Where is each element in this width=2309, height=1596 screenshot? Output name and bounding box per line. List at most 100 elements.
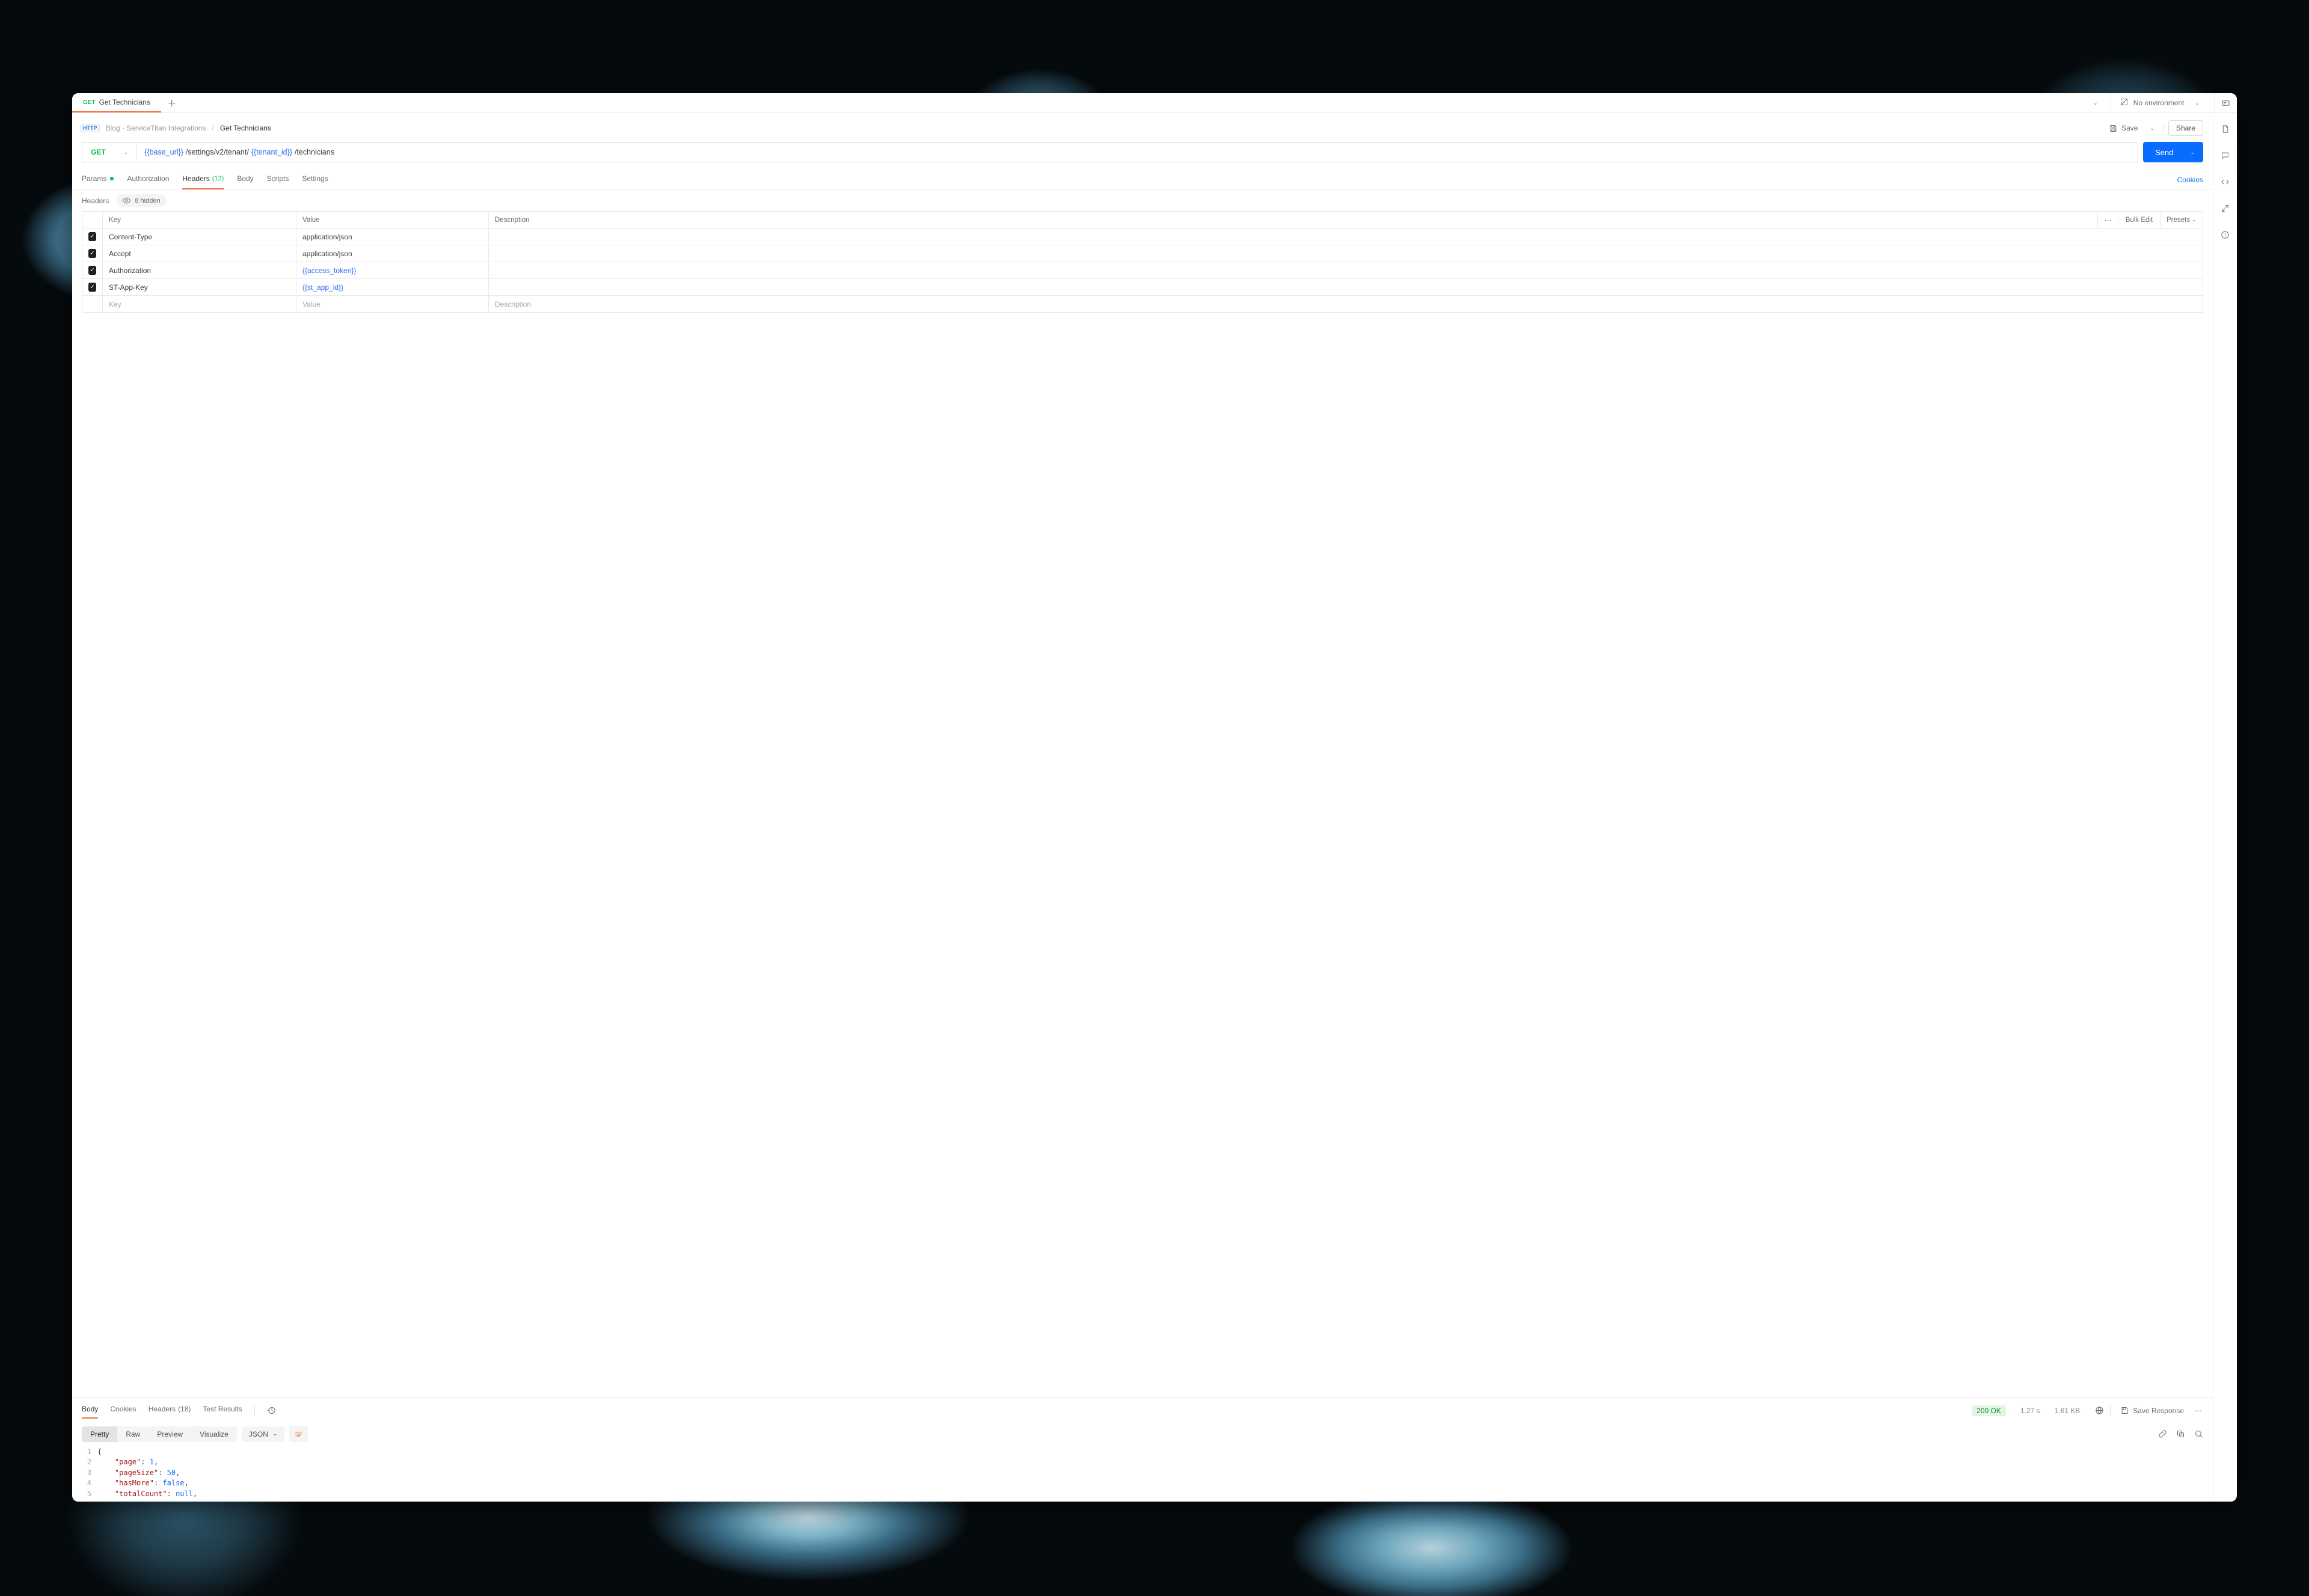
chevron-down-icon: ⌄ — [2150, 125, 2154, 132]
request-tabs: Params Authorization Headers (12) Body — [72, 170, 2213, 190]
search-icon — [2194, 1429, 2203, 1438]
format-raw[interactable]: Raw — [117, 1426, 149, 1442]
checkbox-icon[interactable]: ✓ — [88, 283, 96, 292]
breadcrumb-collection[interactable]: Blog - ServiceTitan Integrations — [106, 124, 206, 132]
status-badge: 200 OK — [1972, 1405, 2006, 1416]
tab-overflow-button[interactable]: ⌄ — [2087, 100, 2105, 106]
presets-button[interactable]: Presets ⌄ — [2160, 212, 2203, 228]
resp-tab-headers[interactable]: Headers (18) — [149, 1402, 191, 1419]
format-preview[interactable]: Preview — [149, 1426, 191, 1442]
code-line: 4 "hasMore": false, — [82, 1478, 2213, 1488]
headers-new-row[interactable]: Key Value Description — [82, 296, 2203, 313]
modified-dot-icon — [110, 177, 114, 180]
cookies-link[interactable]: Cookies — [2177, 176, 2203, 184]
copy-button[interactable] — [2176, 1429, 2185, 1439]
header-description[interactable] — [489, 262, 2203, 278]
header-key[interactable]: Content-Type — [103, 229, 296, 245]
format-pretty[interactable]: Pretty — [82, 1426, 117, 1442]
header-value[interactable]: application/json — [296, 245, 489, 262]
save-options-button[interactable]: ⌄ — [2146, 123, 2158, 134]
format-mode-group: Pretty Raw Preview Visualize — [82, 1426, 237, 1442]
history-button[interactable] — [267, 1406, 277, 1416]
format-visualize[interactable]: Visualize — [191, 1426, 237, 1442]
documentation-button[interactable] — [2218, 121, 2233, 136]
hidden-headers-toggle[interactable]: 8 hidden — [116, 194, 166, 207]
header-description[interactable] — [489, 229, 2203, 245]
chevron-down-icon: ⌄ — [2195, 100, 2200, 106]
new-value-input[interactable]: Value — [296, 296, 489, 312]
bulk-edit-button[interactable]: Bulk Edit — [2118, 212, 2160, 228]
link-button[interactable] — [2157, 1429, 2167, 1439]
code-snippet-button[interactable] — [2218, 174, 2233, 189]
checkbox-icon[interactable]: ✓ — [88, 249, 96, 258]
right-rail — [2213, 113, 2237, 1502]
header-key[interactable]: ST-App-Key — [103, 279, 296, 295]
environment-selector[interactable]: No environment ⌄ — [2111, 93, 2208, 112]
environment-label: No environment — [2133, 99, 2185, 107]
tab-get-technicians[interactable]: GET Get Technicians — [72, 93, 161, 112]
new-tab-button[interactable]: ＋ — [161, 93, 183, 112]
tab-authorization[interactable]: Authorization — [127, 170, 169, 189]
url-variable: {{tenant_id}} — [251, 148, 292, 156]
header-row[interactable]: ✓ Content-Typeapplication/json — [82, 229, 2203, 245]
checkbox-icon[interactable]: ✓ — [88, 266, 96, 275]
label: Test Results — [203, 1405, 242, 1413]
breadcrumb-row: HTTP Blog - ServiceTitan Integrations / … — [72, 113, 2213, 142]
label: Authorization — [127, 174, 169, 183]
header-key[interactable]: Accept — [103, 245, 296, 262]
tab-strip: GET Get Technicians ＋ ⌄ No environment ⌄ — [72, 93, 2237, 113]
label: Presets — [2166, 216, 2190, 224]
share-button[interactable]: Share — [2168, 120, 2203, 136]
header-key[interactable]: Authorization — [103, 262, 296, 278]
header-value[interactable]: {{access_token}} — [296, 262, 489, 278]
send-button[interactable]: Send ⌄ — [2143, 142, 2203, 162]
header-value[interactable]: {{st_app_id}} — [296, 279, 489, 295]
headers-sub-bar: Headers 8 hidden — [72, 190, 2213, 211]
chevron-down-icon: ⌄ — [273, 1431, 278, 1437]
header-value[interactable]: application/json — [296, 229, 489, 245]
header-description[interactable] — [489, 245, 2203, 262]
network-button[interactable] — [2094, 1406, 2104, 1416]
language-selector[interactable]: JSON ⌄ — [242, 1426, 285, 1442]
response-more-button[interactable]: ⋯ — [2194, 1406, 2203, 1416]
main-pane: HTTP Blog - ServiceTitan Integrations / … — [72, 113, 2213, 1502]
chevron-down-icon: ⌄ — [2093, 100, 2098, 106]
checkbox-icon[interactable]: ✓ — [88, 232, 96, 241]
method-selector[interactable]: GET ⌄ — [82, 143, 137, 162]
header-row[interactable]: ✓ Acceptapplication/json — [82, 245, 2203, 262]
wrap-text-button[interactable] — [289, 1426, 308, 1442]
new-key-input[interactable]: Key — [103, 296, 296, 312]
breadcrumb-request[interactable]: Get Technicians — [220, 124, 271, 132]
tab-settings[interactable]: Settings — [302, 170, 328, 189]
url-bar: GET ⌄ {{base_url}} /settings/v2/tenant/ … — [82, 142, 2138, 162]
resp-tab-cookies[interactable]: Cookies — [110, 1402, 136, 1419]
save-button[interactable]: Save — [2105, 121, 2141, 135]
save-response-button[interactable]: Save Response — [2117, 1404, 2188, 1417]
http-icon: HTTP — [81, 124, 100, 132]
info-button[interactable] — [2218, 227, 2233, 242]
label: Headers — [149, 1405, 176, 1413]
url-input[interactable]: {{base_url}} /settings/v2/tenant/ {{tena… — [137, 148, 2138, 156]
tab-scripts[interactable]: Scripts — [267, 170, 289, 189]
search-button[interactable] — [2194, 1429, 2203, 1439]
new-description-input[interactable]: Description — [489, 296, 2203, 312]
header-row[interactable]: ✓ ST-App-Key{{st_app_id}} — [82, 279, 2203, 296]
save-icon — [2120, 1406, 2129, 1415]
label: Settings — [302, 174, 328, 183]
header-row[interactable]: ✓ Authorization{{access_token}} — [82, 262, 2203, 279]
environment-quicklook-button[interactable] — [2214, 93, 2237, 112]
col-more-button[interactable]: ⋯ — [2098, 212, 2118, 228]
resp-tab-body[interactable]: Body — [82, 1402, 98, 1419]
tab-headers[interactable]: Headers (12) — [182, 170, 224, 189]
header-description[interactable] — [489, 279, 2203, 295]
headers-table: Key Value Description ⋯ Bulk Edit Preset… — [82, 211, 2203, 313]
resp-tab-test-results[interactable]: Test Results — [203, 1402, 242, 1419]
tab-body[interactable]: Body — [237, 170, 253, 189]
copy-icon — [2176, 1429, 2185, 1438]
expand-button[interactable] — [2218, 201, 2233, 215]
response-body-code[interactable]: 1{2 "page": 1,3 "pageSize": 50,4 "hasMor… — [72, 1447, 2213, 1502]
comments-button[interactable] — [2218, 148, 2233, 162]
url-segment: /settings/v2/tenant/ — [186, 148, 249, 156]
tab-params[interactable]: Params — [82, 170, 114, 189]
hidden-count: 8 hidden — [135, 197, 160, 204]
